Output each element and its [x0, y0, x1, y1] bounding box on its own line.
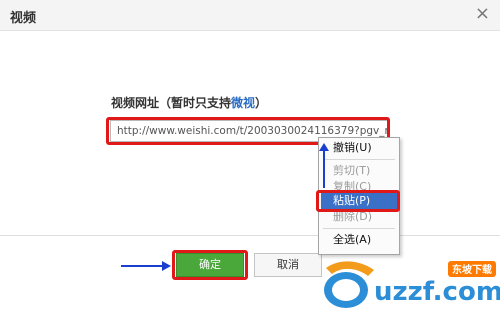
dialog-title: 视频 — [10, 11, 37, 26]
close-icon[interactable]: × — [475, 4, 490, 24]
menu-separator — [323, 228, 395, 229]
video-dialog: 视频 × 视频网址（暂时只支持微视） http://www.weishi.com… — [0, 0, 500, 310]
menu-item-select-all[interactable]: 全选(A) — [321, 232, 397, 248]
menu-item-undo[interactable]: 撤销(U) — [321, 140, 397, 156]
menu-separator — [323, 159, 395, 160]
watermark: 东坡下载 uzzf.com — [318, 258, 500, 310]
dialog-titlebar: 视频 × — [0, 0, 500, 31]
video-url-label-text: 视频网址（暂时只支持 — [111, 96, 232, 110]
menu-item-delete[interactable]: 删除(D) — [321, 209, 397, 225]
dialog-divider — [0, 235, 500, 236]
context-menu: 撤销(U) 剪切(T) 复制(C) 粘贴(P) 删除(D) 全选(A) — [318, 137, 400, 255]
watermark-badge: 东坡下载 — [452, 263, 492, 276]
uzzf-logo-icon: 东坡下载 uzzf.com — [324, 261, 500, 308]
menu-item-cut[interactable]: 剪切(T) — [321, 163, 397, 179]
arrow-icon — [319, 143, 329, 188]
watermark-text: uzzf.com — [374, 277, 500, 307]
ok-button[interactable]: 确定 — [176, 253, 244, 277]
weishi-link[interactable]: 微视 — [231, 96, 255, 110]
video-url-label-end: ） — [255, 96, 268, 110]
arrow-icon — [121, 261, 171, 271]
video-url-label: 视频网址（暂时只支持微视） — [111, 94, 267, 111]
cancel-button[interactable]: 取消 — [254, 253, 322, 277]
menu-item-paste[interactable]: 粘贴(P) — [321, 193, 397, 209]
